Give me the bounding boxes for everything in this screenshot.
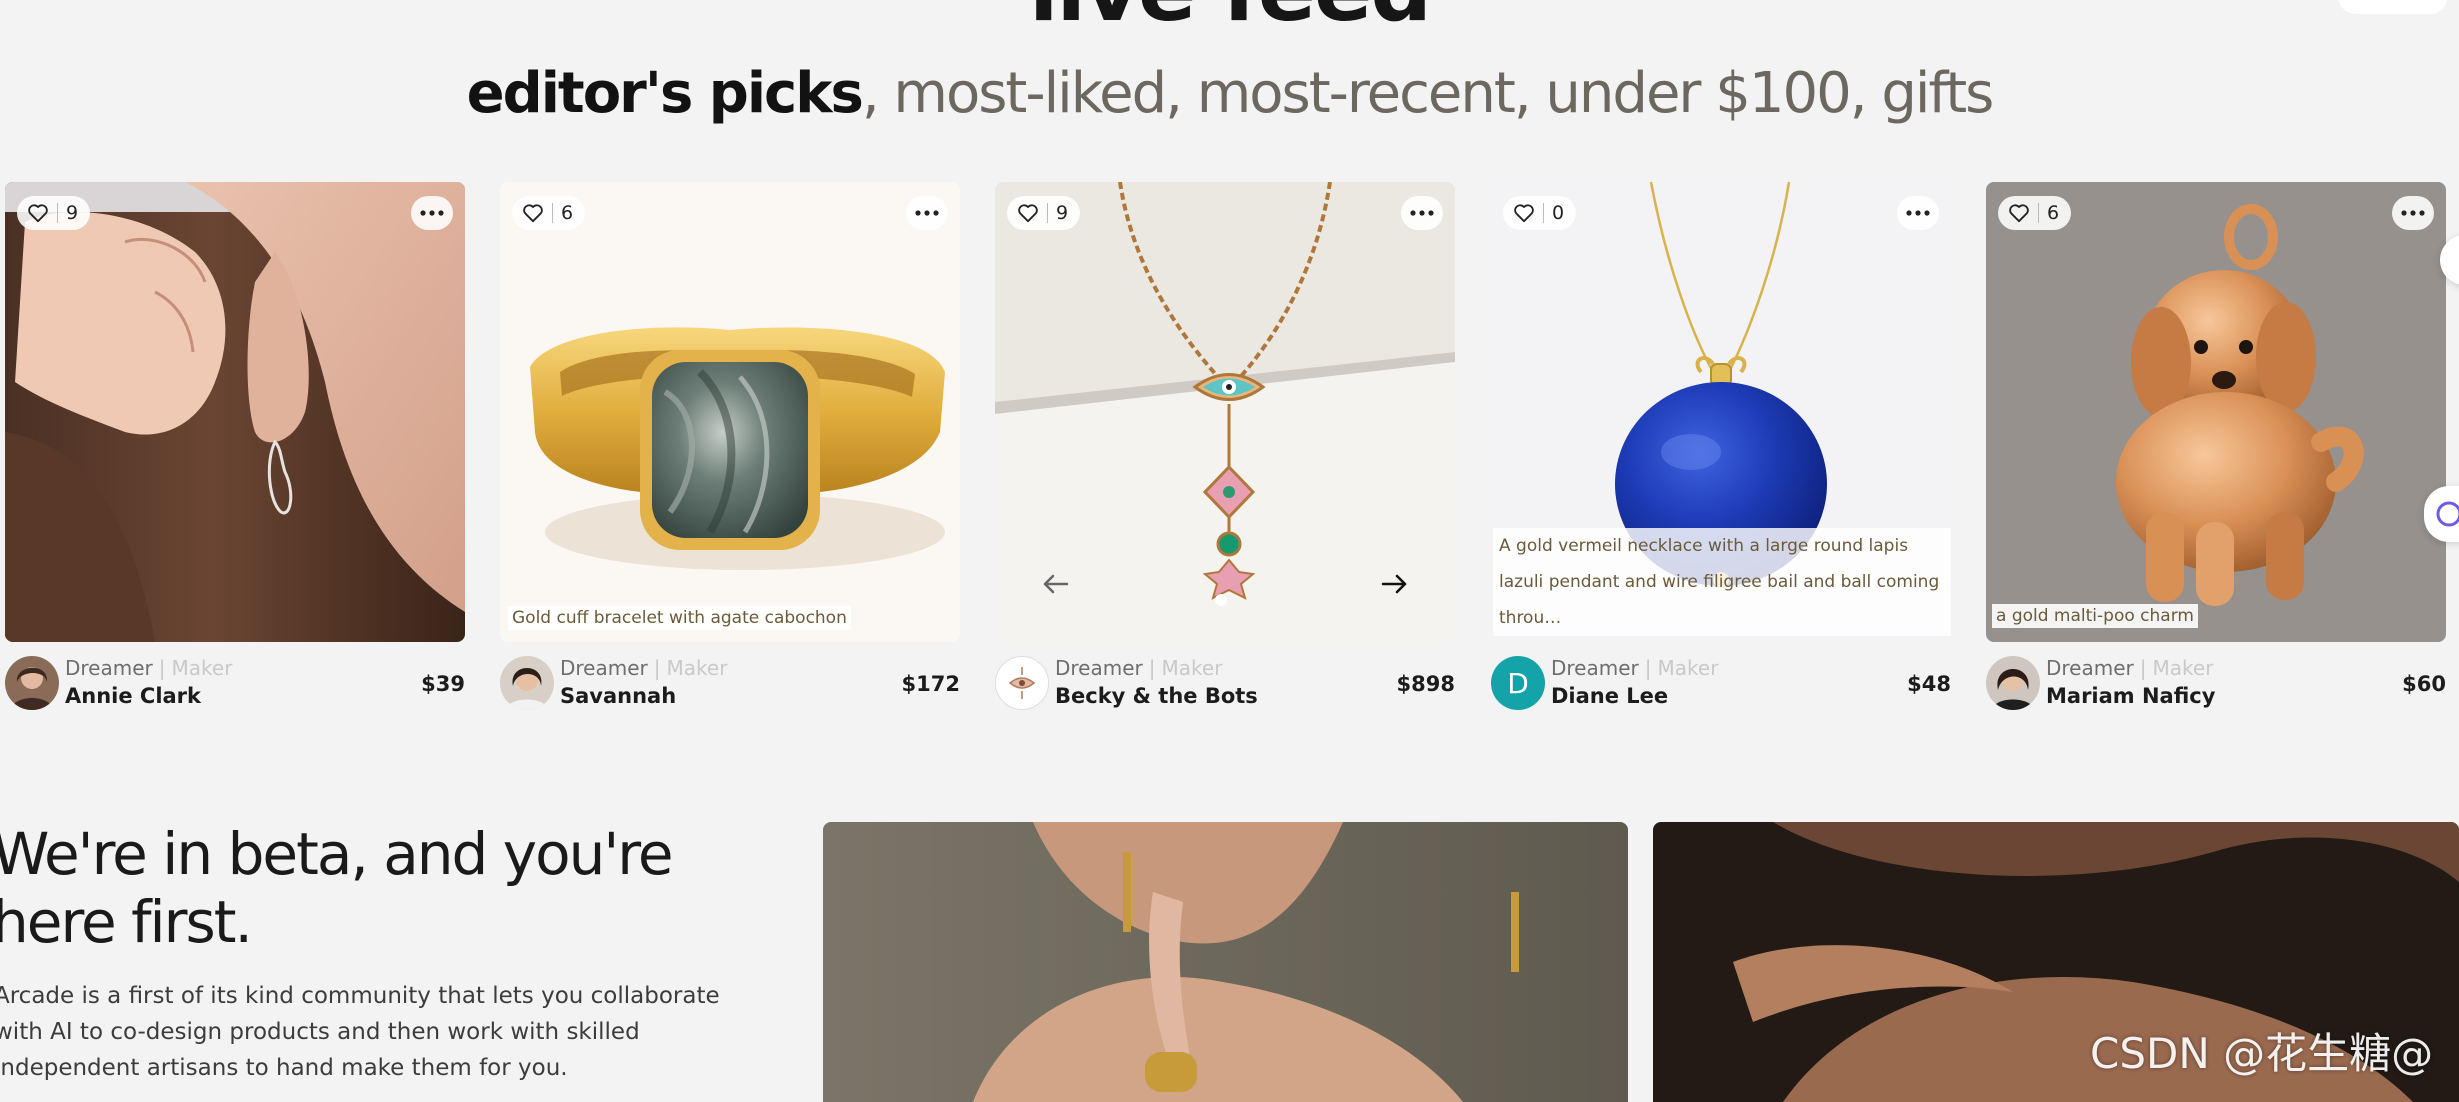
product-card[interactable]: 0 A gold vermeil necklace with a large r… <box>1491 182 1951 726</box>
role-dreamer: Dreamer <box>1055 656 1143 680</box>
beta-heading: We're in beta, and you're here first. <box>0 820 674 956</box>
bracelet-photo <box>500 182 960 642</box>
avatar[interactable] <box>1986 656 2040 710</box>
product-image[interactable]: 9 <box>995 182 1455 642</box>
avatar[interactable] <box>5 656 59 710</box>
beta-description: Arcade is a first of its kind community … <box>0 983 720 1081</box>
filter-options[interactable]: , most-liked, most-recent, under $100, g… <box>862 61 1994 126</box>
role-maker: Maker <box>1657 656 1719 680</box>
like-button[interactable]: 6 <box>1998 196 2072 230</box>
role-maker: Maker <box>171 656 233 680</box>
card-meta: Dreamer | Maker Annie Clark $39 <box>5 656 465 726</box>
role-maker: Maker <box>2152 656 2214 680</box>
card-meta: Dreamer | Maker Becky & the Bots $898 <box>995 656 1455 726</box>
more-icon <box>915 210 939 216</box>
role-dreamer: Dreamer <box>2046 656 2134 680</box>
role-dreamer: Dreamer <box>1551 656 1639 680</box>
roles: Dreamer | Maker <box>560 656 728 680</box>
arrow-right-icon[interactable] <box>1375 564 1415 604</box>
assistant-icon <box>2436 501 2459 527</box>
role-maker: Maker <box>1161 656 1223 680</box>
more-icon <box>1410 210 1434 216</box>
product-card[interactable]: 6 Gold cuff bracelet with agate cabochon… <box>500 182 960 726</box>
more-icon <box>420 210 444 216</box>
price: $898 <box>1396 672 1455 696</box>
more-options-button[interactable] <box>411 196 453 230</box>
card-meta: Dreamer | Maker Mariam Naficy $60 <box>1986 656 2446 726</box>
product-image[interactable]: 0 A gold vermeil necklace with a large r… <box>1491 182 1951 642</box>
roles: Dreamer | Maker <box>1551 656 1719 680</box>
more-icon <box>1906 210 1930 216</box>
dog-charm-photo <box>1986 182 2446 642</box>
role-dreamer: Dreamer <box>560 656 648 680</box>
maker-name[interactable]: Diane Lee <box>1551 684 1668 708</box>
arrow-left-icon[interactable] <box>1035 564 1075 604</box>
like-button[interactable]: 9 <box>17 196 91 230</box>
price: $39 <box>421 672 465 696</box>
heart-icon <box>1018 204 1038 223</box>
like-button[interactable]: 9 <box>1007 196 1081 230</box>
card-meta: D Dreamer | Maker Diane Lee $48 <box>1491 656 1951 726</box>
roles: Dreamer | Maker <box>2046 656 2214 680</box>
image-caption: a gold malti-poo charm <box>1992 603 2198 628</box>
feed-filters: editor's picks, most-liked, most-recent,… <box>0 60 2459 127</box>
maker-name[interactable]: Annie Clark <box>65 684 201 708</box>
avatar[interactable] <box>500 656 554 710</box>
product-card[interactable]: 9 Dreamer | Maker Annie Clark $39 <box>5 182 465 726</box>
product-card[interactable]: 6 a gold malti-poo charm Dreamer | Maker M… <box>1986 182 2446 726</box>
maker-name[interactable]: Becky & the Bots <box>1055 684 1258 708</box>
more-options-button[interactable] <box>1401 196 1443 230</box>
like-count: 9 <box>66 202 79 224</box>
like-button[interactable]: 6 <box>512 196 586 230</box>
feed-title: live feed <box>0 0 2459 34</box>
lifestyle-photo-1 <box>823 822 1628 1102</box>
watermark: CSDN @花生糖@ <box>2090 1029 2434 1078</box>
price: $48 <box>1907 672 1951 696</box>
image-caption: A gold vermeil necklace with a large rou… <box>1493 528 1951 636</box>
maker-name[interactable]: Savannah <box>560 684 676 708</box>
earring-photo <box>5 182 465 642</box>
like-count: 9 <box>1056 202 1069 224</box>
role-maker: Maker <box>666 656 728 680</box>
like-count: 6 <box>561 202 574 224</box>
roles: Dreamer | Maker <box>1055 656 1223 680</box>
image-caption: Gold cuff bracelet with agate cabochon <box>508 605 851 630</box>
like-count: 6 <box>2047 202 2060 224</box>
product-image[interactable]: 6 Gold cuff bracelet with agate cabochon <box>500 182 960 642</box>
roles: Dreamer | Maker <box>65 656 233 680</box>
maker-name[interactable]: Mariam Naficy <box>2046 684 2215 708</box>
carousel-dot[interactable] <box>1215 594 1227 606</box>
product-image[interactable]: 6 a gold malti-poo charm <box>1986 182 2446 642</box>
avatar[interactable]: D <box>1491 656 1545 710</box>
filter-editors-picks[interactable]: editor's picks <box>467 61 864 126</box>
more-options-button[interactable] <box>906 196 948 230</box>
heart-icon <box>523 204 543 223</box>
role-dreamer: Dreamer <box>65 656 153 680</box>
card-meta: Dreamer | Maker Savannah $172 <box>500 656 960 726</box>
heart-icon <box>28 204 48 223</box>
like-button[interactable]: 0 <box>1503 196 1577 230</box>
like-count: 0 <box>1552 202 1565 224</box>
more-options-button[interactable] <box>2392 196 2434 230</box>
price: $60 <box>2402 672 2446 696</box>
heart-icon <box>1514 204 1534 223</box>
product-card[interactable]: 9 Dreamer | Maker Becky & the Bots $898 <box>995 182 1455 726</box>
more-options-button[interactable] <box>1897 196 1939 230</box>
heart-icon <box>2009 204 2029 223</box>
product-image[interactable]: 9 <box>5 182 465 642</box>
more-icon <box>2401 210 2425 216</box>
avatar[interactable] <box>995 656 1049 710</box>
price: $172 <box>901 672 960 696</box>
